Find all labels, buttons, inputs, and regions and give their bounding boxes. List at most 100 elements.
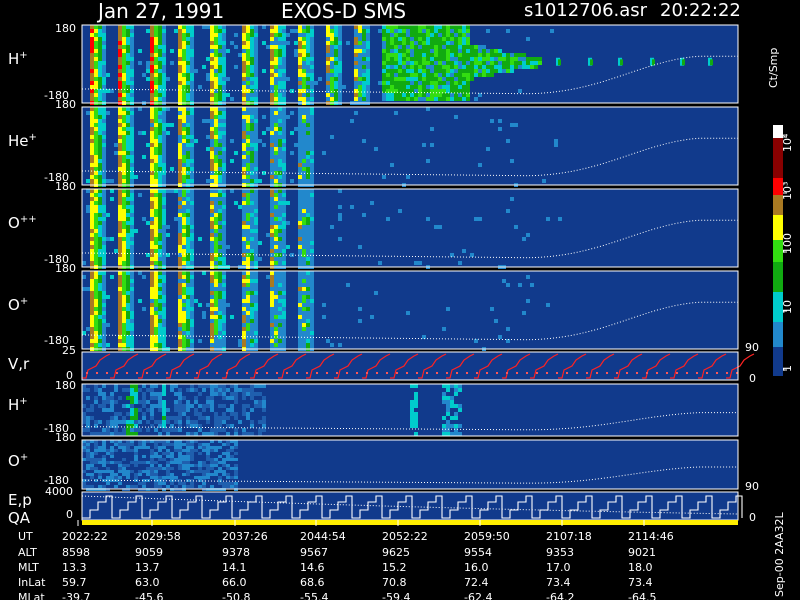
heat-cell (306, 123, 310, 127)
heat-cell (510, 69, 514, 73)
heat-cell (302, 189, 306, 193)
heat-cell (130, 139, 134, 143)
heat-cell (198, 485, 202, 488)
heat-cell (402, 93, 406, 97)
heat-cell (250, 151, 254, 155)
heat-cell (310, 319, 314, 323)
heat-cell (202, 470, 206, 473)
heat-cell (258, 392, 262, 396)
heat-cell (254, 77, 258, 81)
heat-cell (426, 107, 430, 111)
heat-cell (222, 69, 226, 73)
heat-cell (282, 261, 286, 265)
heat-cell (302, 287, 306, 291)
heat-cell (186, 455, 190, 458)
heat-cell (306, 339, 310, 343)
heat-cell (122, 432, 126, 436)
heat-cell (166, 420, 170, 424)
heat-cell (190, 275, 194, 279)
heat-cell (210, 85, 214, 89)
heat-cell (442, 37, 446, 41)
heat-cell (382, 37, 386, 41)
heat-cell (190, 470, 194, 473)
heat-cell (222, 217, 226, 221)
heat-cell (254, 217, 258, 221)
heat-cell (214, 271, 218, 275)
heat-cell (154, 291, 158, 295)
heat-cell (138, 400, 142, 404)
heat-cell (434, 81, 438, 85)
heat-cell (422, 33, 426, 37)
heat-cell (198, 467, 202, 470)
heat-cell (254, 209, 258, 213)
heat-cell (378, 261, 382, 265)
heat-cell (158, 408, 162, 412)
heat-cell (302, 291, 306, 295)
heat-cell (158, 396, 162, 400)
heat-cell (438, 73, 442, 77)
heat-cell (130, 241, 134, 245)
heat-cell (130, 279, 134, 283)
heat-cell (214, 115, 218, 119)
heat-cell (486, 69, 490, 73)
heat-cell (282, 303, 286, 307)
heat-cell (102, 53, 106, 57)
heat-cell (134, 392, 138, 396)
heat-cell (242, 257, 246, 261)
heat-cell (202, 485, 206, 488)
heat-cell (234, 482, 238, 485)
table-cell: 63.0 (135, 576, 160, 589)
heat-cell (474, 73, 478, 77)
heat-cell (302, 275, 306, 279)
heat-cell (410, 93, 414, 97)
heat-cell (218, 335, 222, 339)
heat-cell (178, 197, 182, 201)
heat-cell (162, 467, 166, 470)
heat-cell (278, 331, 282, 335)
heat-cell (126, 343, 130, 347)
heat-cell (102, 189, 106, 193)
heat-cell (182, 175, 186, 179)
heat-cell (218, 467, 222, 470)
heat-cell (110, 449, 114, 452)
heat-cell (406, 97, 410, 101)
heat-cell (278, 29, 282, 33)
heat-cell (282, 179, 286, 183)
heat-cell (246, 311, 250, 315)
heat-cell (454, 392, 458, 396)
heat-cell (242, 189, 246, 193)
heat-cell (134, 476, 138, 479)
heat-cell (498, 49, 502, 53)
heat-cell (110, 408, 114, 412)
heat-cell (154, 209, 158, 213)
heat-cell (394, 65, 398, 69)
heat-cell (386, 49, 390, 53)
heat-cell (94, 452, 98, 455)
heat-cell (310, 209, 314, 213)
heat-cell (154, 271, 158, 275)
heat-cell (130, 97, 134, 101)
heat-cell (390, 49, 394, 53)
heat-cell (222, 416, 226, 420)
heat-cell (242, 303, 246, 307)
heat-cell (186, 179, 190, 183)
heat-cell (226, 396, 230, 400)
heat-cell (278, 69, 282, 73)
heat-cell (246, 127, 250, 131)
heat-cell (158, 455, 162, 458)
heat-cell (214, 77, 218, 81)
heat-cell (274, 111, 278, 115)
heat-cell (450, 25, 454, 29)
heat-cell (274, 107, 278, 111)
heat-cell (190, 89, 194, 93)
heat-cell (94, 201, 98, 205)
heat-cell (398, 93, 402, 97)
heat-cell (250, 143, 254, 147)
heat-cell (98, 213, 102, 217)
heat-cell (130, 115, 134, 119)
heat-cell (190, 458, 194, 461)
heat-cell (222, 111, 226, 115)
heat-cell (90, 311, 94, 315)
heat-cell (242, 53, 246, 57)
heat-cell (190, 115, 194, 119)
